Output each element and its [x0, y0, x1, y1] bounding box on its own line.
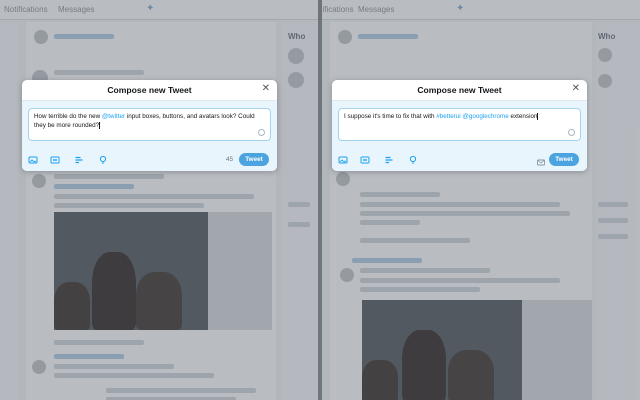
tweet-textbox[interactable]: I suppose it's time to fix that with #be… [338, 108, 581, 141]
emoji-icon[interactable] [568, 129, 575, 136]
screenshot-stage: Notifications Messages ✦ Who Compose new… [0, 0, 640, 400]
compose-area: I suppose it's time to fix that with #be… [332, 101, 587, 171]
compose-tweet-modal: Compose new Tweet ✕ How terrible do the … [22, 80, 277, 171]
left-browser-pane: Notifications Messages ✦ Who Compose new… [0, 0, 318, 400]
modal-title: Compose new Tweet [107, 85, 192, 95]
tweet-mention[interactable]: @twitter [102, 113, 125, 120]
modal-title: Compose new Tweet [417, 85, 502, 95]
tweet-text: I suppose it's time to fix that with [344, 113, 437, 120]
compose-toolbar [338, 155, 438, 165]
image-icon[interactable] [338, 155, 348, 165]
right-browser-pane: Notifications Messages ✦ [322, 0, 640, 400]
location-icon[interactable] [408, 155, 418, 165]
text-caret [537, 112, 539, 120]
poll-icon[interactable] [384, 155, 394, 165]
image-icon[interactable] [28, 155, 38, 165]
tweet-button[interactable]: Tweet [239, 153, 269, 166]
poll-icon[interactable] [74, 155, 84, 165]
text-caret [99, 121, 101, 129]
tweet-hashtag-mention[interactable]: #betterui @googlechrome [436, 113, 509, 120]
modal-backdrop[interactable] [322, 0, 640, 400]
modal-backdrop[interactable] [0, 0, 318, 400]
gif-icon[interactable] [50, 155, 60, 165]
draft-icon[interactable] [536, 157, 546, 167]
tweet-text: How terrible do the new [34, 113, 102, 120]
emoji-icon[interactable] [258, 129, 265, 136]
compose-area: How terrible do the new @twitter input b… [22, 101, 277, 171]
location-icon[interactable] [98, 155, 108, 165]
tweet-button[interactable]: Tweet [549, 153, 579, 166]
close-icon[interactable]: ✕ [572, 83, 580, 95]
compose-toolbar [28, 155, 128, 165]
character-counter: 45 [226, 156, 234, 163]
compose-tweet-modal: Compose new Tweet ✕ I suppose it's time … [332, 80, 587, 171]
tweet-text: extension [508, 113, 538, 120]
close-icon[interactable]: ✕ [262, 83, 270, 95]
gif-icon[interactable] [360, 155, 370, 165]
tweet-textbox[interactable]: How terrible do the new @twitter input b… [28, 108, 271, 141]
